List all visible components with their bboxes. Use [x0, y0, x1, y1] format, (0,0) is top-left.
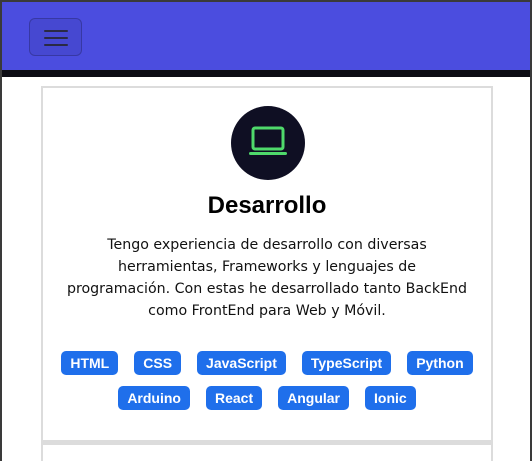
navbar: [2, 2, 530, 70]
browser-viewport: Desarrollo Tengo experiencia de desarrol…: [0, 0, 532, 461]
tag-arduino[interactable]: Arduino: [118, 386, 190, 410]
tag-list: HTML CSS JavaScript TypeScript Python Arduino…: [57, 351, 477, 410]
tag-css[interactable]: CSS: [134, 351, 182, 375]
hamburger-menu-icon: [44, 44, 68, 46]
tag-python[interactable]: Python: [407, 351, 473, 375]
tag-angular[interactable]: Angular: [278, 386, 349, 410]
tag-typescript[interactable]: TypeScript: [301, 351, 392, 375]
tag-html[interactable]: HTML: [61, 351, 119, 375]
navbar-bottom-border: [2, 70, 530, 77]
tag-ionic[interactable]: Ionic: [365, 386, 416, 410]
tag-javascript[interactable]: JavaScript: [197, 351, 286, 375]
tag-react[interactable]: React: [205, 386, 263, 410]
card-title: Desarrollo: [207, 192, 327, 219]
hamburger-menu-icon: [44, 37, 68, 39]
icon-badge: [231, 106, 305, 180]
laptop-icon: [249, 126, 287, 155]
hamburger-menu-icon: [44, 30, 68, 32]
card-description: Tengo experiencia de desarrollo con dive…: [66, 237, 468, 319]
menu-toggle-button[interactable]: [29, 18, 82, 56]
skill-card: Desarrollo Tengo experiencia de desarrol…: [41, 86, 493, 442]
next-card: [41, 442, 493, 461]
